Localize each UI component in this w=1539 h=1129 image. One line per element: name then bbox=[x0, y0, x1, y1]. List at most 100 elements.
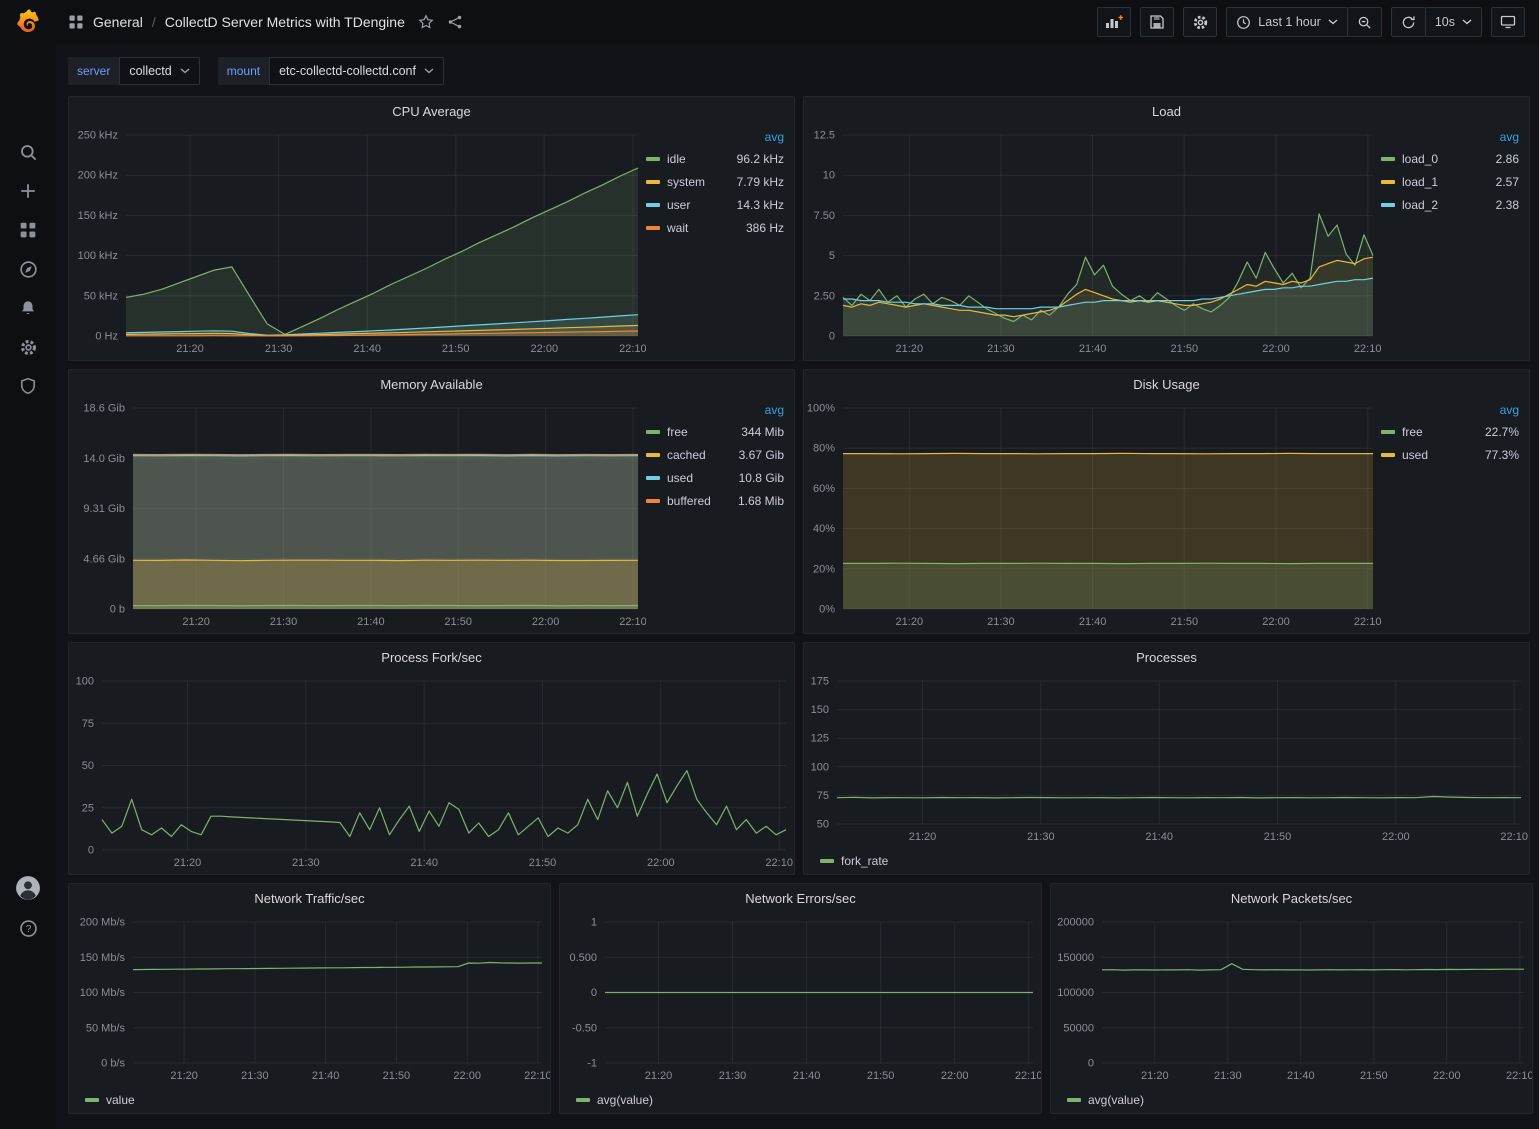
legend-item-system[interactable]: system7.79 kHz bbox=[646, 170, 784, 193]
timeseries-plot[interactable]: 0 Hz50 kHz100 kHz150 kHz200 kHz250 kHz21… bbox=[69, 125, 646, 360]
refresh-button[interactable] bbox=[1391, 7, 1426, 37]
chart-area[interactable]: 0 b4.66 Gib9.31 Gib14.0 Gib18.6 Gib21:20… bbox=[69, 398, 646, 633]
share-icon[interactable] bbox=[447, 14, 463, 30]
breadcrumb-folder[interactable]: General bbox=[93, 14, 143, 30]
legend-avg-header[interactable]: avg bbox=[1381, 400, 1519, 420]
svg-text:14.0 Gib: 14.0 Gib bbox=[83, 453, 125, 465]
legend-item-value[interactable]: value bbox=[85, 1093, 135, 1107]
save-dashboard-button[interactable] bbox=[1140, 7, 1174, 37]
panel-title[interactable]: Processes bbox=[804, 643, 1529, 671]
timeseries-plot[interactable]: 507510012515017521:2021:3021:4021:5022:0… bbox=[804, 671, 1529, 848]
help-button[interactable]: ? bbox=[0, 912, 56, 944]
series-color-swatch bbox=[646, 430, 660, 434]
legend-item-free[interactable]: free22.7% bbox=[1381, 420, 1519, 443]
grafana-flame-icon bbox=[15, 9, 41, 35]
panel-title[interactable]: Network Packets/sec bbox=[1051, 884, 1532, 912]
create-button[interactable] bbox=[0, 175, 56, 207]
search-button[interactable] bbox=[0, 136, 56, 168]
legend-item-buffered[interactable]: buffered1.68 Mib bbox=[646, 489, 784, 512]
search-icon bbox=[19, 143, 38, 162]
variable-server-select[interactable]: collectd bbox=[119, 57, 199, 85]
svg-text:150 kHz: 150 kHz bbox=[78, 210, 118, 222]
refresh-icon bbox=[1401, 15, 1416, 30]
legend-item-load_1[interactable]: load_12.57 bbox=[1381, 170, 1519, 193]
svg-text:22:10: 22:10 bbox=[1354, 343, 1381, 355]
series-color-swatch bbox=[576, 1098, 590, 1102]
dashboards-grid-icon bbox=[68, 14, 84, 30]
legend-avg-header[interactable]: avg bbox=[1381, 127, 1519, 147]
cycle-view-mode-button[interactable] bbox=[1491, 7, 1525, 37]
svg-text:40%: 40% bbox=[813, 523, 835, 535]
explore-button[interactable] bbox=[0, 253, 56, 285]
legend-item-idle[interactable]: idle96.2 kHz bbox=[646, 147, 784, 170]
save-icon bbox=[1149, 14, 1165, 30]
legend-item-used[interactable]: used77.3% bbox=[1381, 443, 1519, 466]
timeseries-plot[interactable]: 0 b4.66 Gib9.31 Gib14.0 Gib18.6 Gib21:20… bbox=[69, 398, 646, 633]
chart-area[interactable]: 0%20%40%60%80%100%21:2021:3021:4021:5022… bbox=[804, 398, 1381, 633]
legend-item-cached[interactable]: cached 3.67 Gib bbox=[646, 443, 784, 466]
legend-item-fork_rate[interactable]: fork_rate bbox=[820, 854, 888, 868]
panel-network-packets: Network Packets/sec 05000010000015000020… bbox=[1050, 883, 1533, 1114]
variable-mount-select[interactable]: etc-collectd-collectd.conf bbox=[269, 57, 444, 85]
dashboard-settings-button[interactable] bbox=[1183, 7, 1217, 37]
svg-text:0: 0 bbox=[591, 987, 597, 999]
svg-text:21:30: 21:30 bbox=[719, 1070, 747, 1082]
series-avg-value: 3.67 Gib bbox=[739, 448, 784, 462]
chart-area[interactable]: 025507510021:2021:3021:4021:5022:0022:10 bbox=[69, 671, 794, 874]
chart-area[interactable]: -1-0.5000.500121:2021:3021:4021:5022:002… bbox=[560, 912, 1041, 1087]
series-color-swatch bbox=[1381, 203, 1395, 207]
axis-labels: 05000010000015000020000021:2021:3021:402… bbox=[1057, 917, 1532, 1083]
add-panel-button[interactable] bbox=[1097, 7, 1131, 37]
svg-text:22:00: 22:00 bbox=[647, 857, 675, 869]
dashboards-button[interactable] bbox=[0, 214, 56, 246]
legend-avg-header[interactable]: avg bbox=[646, 400, 784, 420]
legend-item-load_2[interactable]: load_22.38 bbox=[1381, 193, 1519, 216]
timeseries-plot[interactable]: -1-0.5000.500121:2021:3021:4021:5022:002… bbox=[560, 912, 1041, 1087]
refresh-interval-label: 10s bbox=[1435, 15, 1455, 29]
chart-area[interactable]: 507510012515017521:2021:3021:4021:5022:0… bbox=[804, 671, 1529, 848]
svg-text:22:00: 22:00 bbox=[531, 343, 559, 355]
svg-text:10: 10 bbox=[823, 170, 835, 182]
panel-title[interactable]: Network Traffic/sec bbox=[69, 884, 550, 912]
time-range-picker[interactable]: Last 1 hour bbox=[1226, 7, 1348, 37]
chart-area[interactable]: 05000010000015000020000021:2021:3021:402… bbox=[1051, 912, 1532, 1087]
chart-area[interactable]: 0 Hz50 kHz100 kHz150 kHz200 kHz250 kHz21… bbox=[69, 125, 646, 360]
user-avatar[interactable] bbox=[0, 872, 56, 904]
svg-text:22:10: 22:10 bbox=[619, 343, 646, 355]
legend-item-wait[interactable]: wait386 Hz bbox=[646, 216, 784, 239]
legend-item-free[interactable]: free344 Mib bbox=[646, 420, 784, 443]
star-icon[interactable] bbox=[418, 14, 434, 30]
legend-item-avg(value)[interactable]: avg(value) bbox=[1067, 1093, 1144, 1107]
legend-item-used[interactable]: used10.8 Gib bbox=[646, 466, 784, 489]
refresh-interval-dropdown[interactable]: 10s bbox=[1425, 7, 1482, 37]
svg-text:22:00: 22:00 bbox=[1433, 1070, 1461, 1082]
panel-title[interactable]: Process Fork/sec bbox=[69, 643, 794, 671]
timeseries-plot[interactable]: 0%20%40%60%80%100%21:2021:3021:4021:5022… bbox=[804, 398, 1381, 633]
grafana-logo[interactable] bbox=[0, 0, 56, 44]
panel-title[interactable]: Network Errors/sec bbox=[560, 884, 1041, 912]
timeseries-plot[interactable]: 02.5057.501012.521:2021:3021:4021:5022:0… bbox=[804, 125, 1381, 360]
legend-item-user[interactable]: user14.3 kHz bbox=[646, 193, 784, 216]
legend-item-load_0[interactable]: load_02.86 bbox=[1381, 147, 1519, 170]
panel-title[interactable]: Disk Usage bbox=[804, 370, 1529, 398]
panel-title[interactable]: Load bbox=[804, 97, 1529, 125]
chart-area[interactable]: 0 b/s50 Mb/s100 Mb/s150 Mb/s200 Mb/s21:2… bbox=[69, 912, 550, 1087]
timeseries-plot[interactable]: 0 b/s50 Mb/s100 Mb/s150 Mb/s200 Mb/s21:2… bbox=[69, 912, 550, 1087]
server-admin-button[interactable] bbox=[0, 370, 56, 402]
legend-avg-header[interactable]: avg bbox=[646, 127, 784, 147]
panel-title[interactable]: CPU Average bbox=[69, 97, 794, 125]
svg-text:21:40: 21:40 bbox=[1145, 831, 1173, 843]
svg-text:200 Mb/s: 200 Mb/s bbox=[80, 917, 126, 929]
configuration-button[interactable] bbox=[0, 331, 56, 363]
legend-item-avg(value)[interactable]: avg(value) bbox=[576, 1093, 653, 1107]
breadcrumb-separator: / bbox=[152, 14, 156, 30]
zoom-out-time-button[interactable] bbox=[1347, 7, 1382, 37]
timeseries-plot[interactable]: 025507510021:2021:3021:4021:5022:0022:10 bbox=[69, 671, 794, 874]
dashboard-variables: server collectd mount etc-collectd-colle… bbox=[68, 57, 444, 85]
alerting-button[interactable] bbox=[0, 292, 56, 324]
series-name: cached bbox=[667, 448, 706, 462]
panel-title[interactable]: Memory Available bbox=[69, 370, 794, 398]
timeseries-plot[interactable]: 05000010000015000020000021:2021:3021:402… bbox=[1051, 912, 1532, 1087]
panel-legend: avgidle96.2 kHzsystem7.79 kHzuser14.3 kH… bbox=[646, 125, 794, 360]
chart-area[interactable]: 02.5057.501012.521:2021:3021:4021:5022:0… bbox=[804, 125, 1381, 360]
